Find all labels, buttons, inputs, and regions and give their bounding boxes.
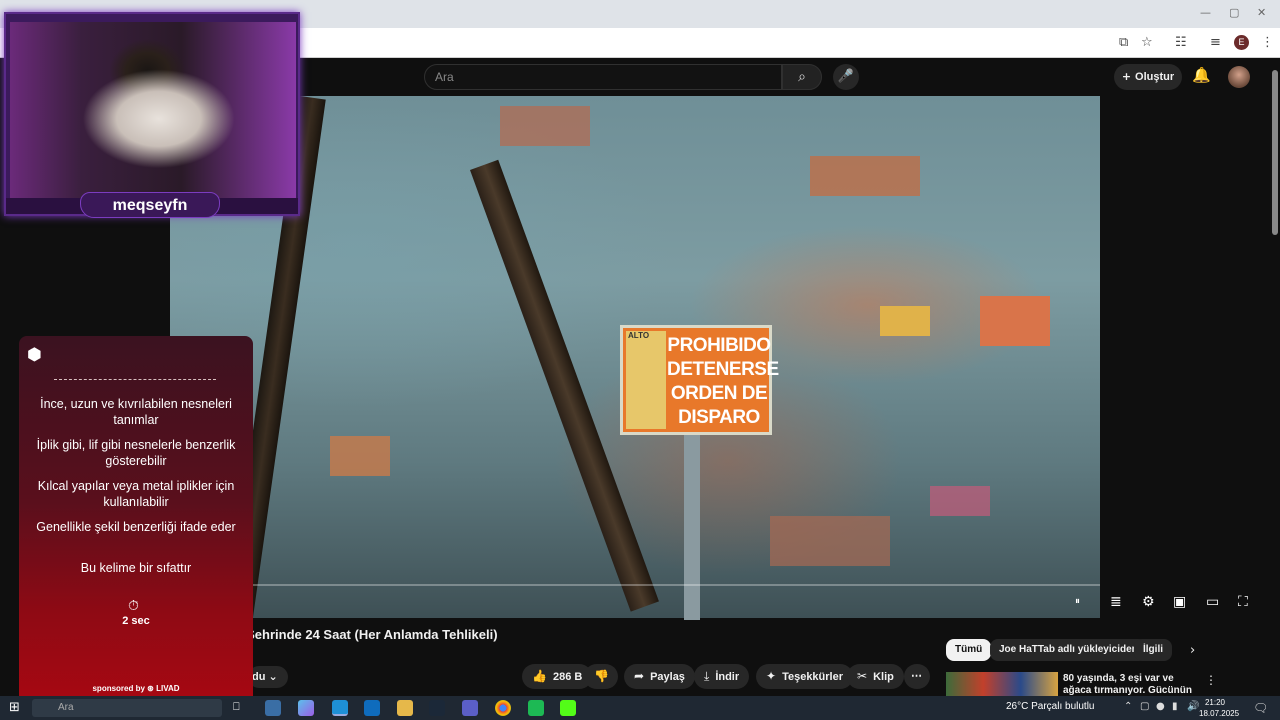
recommendation-thumbnail[interactable] — [946, 672, 1058, 696]
thanks-icon: ✦ — [766, 669, 777, 683]
extensions-icon[interactable]: ☷ — [1175, 35, 1187, 51]
windows-taskbar: ⊞ Ara ⎕ 26°C Parçalı bulutlu ⌃ ▢ ● ▮ 🔊 2… — [0, 696, 1280, 720]
task-view-icon[interactable]: ⎕ — [233, 700, 249, 716]
quiz-clue: Kılcal yapılar veya metal iplikler için … — [37, 479, 235, 509]
quiz-clue: Genellikle şekil benzerliği ifade eder — [36, 520, 236, 534]
chrome-icon[interactable] — [495, 700, 511, 716]
streamer-name: meqseyfn — [80, 192, 220, 218]
copilot-icon[interactable] — [298, 700, 314, 716]
share-icon: ➦ — [634, 669, 645, 683]
clip-button[interactable]: ✂ Klip — [847, 664, 904, 689]
plus-icon: + — [1121, 70, 1132, 83]
menu-icon[interactable]: ⋮ — [1261, 35, 1274, 51]
steam-icon[interactable] — [429, 700, 445, 716]
tray-app-icon[interactable]: ▢ — [1140, 701, 1149, 712]
minimize-icon[interactable]: — — [1200, 6, 1211, 19]
autoplay-toggle-icon[interactable]: ⏸ — [1075, 592, 1080, 612]
thumbs-down-icon: 👎 — [594, 669, 609, 683]
create-label: Oluştur — [1135, 71, 1175, 83]
maximize-icon[interactable]: ▢ — [1229, 6, 1239, 19]
share-button[interactable]: ➦ Paylaş — [624, 664, 695, 689]
kick-icon[interactable] — [560, 700, 576, 716]
mic-tray-icon[interactable]: ▮ — [1172, 701, 1178, 712]
stopwatch-icon: ⏱ — [128, 598, 139, 614]
sign-text: PROHIBIDO DETENERSE ORDEN DE DISPARO — [667, 335, 779, 428]
warning-sign: ALTO PROHIBIDO DETENERSE ORDEN DE DISPAR… — [620, 325, 779, 435]
fullscreen-icon[interactable]: ⛶ — [1238, 592, 1248, 612]
subscribe-label: du — [252, 671, 266, 683]
download-label: İndir — [715, 671, 740, 683]
quiz-clue: İnce, uzun ve kıvrılabilen nesneleri tan… — [40, 397, 232, 427]
livad-logo-icon: ⬢ — [27, 345, 42, 365]
volume-icon[interactable]: 🔊 — [1187, 701, 1199, 712]
tray-chevron-up-icon[interactable]: ⌃ — [1124, 701, 1132, 712]
like-count: 286 B — [552, 671, 583, 683]
quiz-clue: Bu kelime bir sıfattır — [80, 561, 192, 575]
file-explorer-icon[interactable] — [265, 700, 281, 716]
outlook-icon[interactable] — [364, 700, 380, 716]
notifications-bell-icon[interactable]: 🔔 — [1192, 66, 1211, 84]
create-button[interactable]: + Oluştur — [1114, 64, 1182, 90]
video-title: z Şehrinde 24 Saat (Her Anlamda Tehlikel… — [236, 627, 498, 642]
miniplayer-icon[interactable]: ▣ — [1173, 592, 1186, 612]
quiz-timer: 2 sec — [122, 615, 150, 627]
avatar[interactable] — [1228, 66, 1250, 88]
thanks-label: Teşekkürler — [782, 671, 844, 683]
teams-icon[interactable] — [462, 700, 478, 716]
download-button[interactable]: ⤓ İndir — [694, 664, 750, 689]
install-icon[interactable]: ⧉ — [1119, 35, 1128, 51]
streamer-webcam — [4, 12, 300, 216]
sign-small-text: ALTO — [628, 331, 650, 340]
sign-post — [684, 430, 700, 620]
settings-gear-icon[interactable]: ⚙ — [1142, 592, 1155, 612]
chip-all[interactable]: Tümü — [946, 639, 992, 661]
theater-mode-icon[interactable]: ▭ — [1206, 592, 1219, 612]
recommendation-menu-icon[interactable]: ⋮ — [1205, 673, 1217, 687]
weather-widget[interactable]: 26°C Parçalı bulutlu — [1006, 701, 1095, 712]
spotify-icon[interactable] — [528, 700, 544, 716]
soldier-figure-icon — [626, 331, 666, 429]
thumbs-up-icon: 👍 — [532, 669, 547, 683]
quiz-clue: İplik gibi, lif gibi nesnelerle benzerli… — [36, 438, 236, 468]
thanks-button[interactable]: ✦ Teşekkürler — [756, 664, 854, 689]
search-icon[interactable]: ⌕ — [782, 64, 822, 90]
windows-start-icon[interactable]: ⊞ — [9, 700, 20, 715]
sponsor-text: sponsored by ⊛ LIVAD — [92, 684, 180, 693]
notifications-icon[interactable]: 🗨 — [1253, 701, 1268, 715]
webcam-feed — [10, 22, 296, 198]
chevron-right-icon[interactable]: › — [1190, 643, 1195, 658]
taskbar-clock[interactable]: 21:20 18.07.2025 — [1199, 697, 1240, 719]
microphone-icon[interactable]: 🎤 — [833, 64, 859, 90]
clock-date: 18.07.2025 — [1199, 709, 1240, 718]
download-icon: ⤓ — [704, 669, 710, 683]
video-progress-bar[interactable] — [170, 584, 1100, 586]
star-icon[interactable]: ☆ — [1141, 35, 1153, 51]
scissors-icon: ✂ — [857, 669, 868, 683]
like-button[interactable]: 👍 286 B — [522, 664, 593, 689]
scrollbar-thumb[interactable] — [1272, 70, 1278, 235]
video-controls: ⏸ ≣ ⚙ ▣ ▭ ⛶ — [1070, 592, 1280, 612]
subtitles-icon[interactable]: ≣ — [1110, 592, 1122, 612]
search-input[interactable]: Ara — [424, 64, 782, 90]
divider — [54, 379, 216, 380]
subscribe-dropdown-button[interactable]: du ⌄ — [248, 666, 288, 688]
share-label: Paylaş — [650, 671, 685, 683]
chevron-down-icon: ⌄ — [268, 670, 278, 683]
chip-from-uploader[interactable]: Joe HaTTab adlı yükleyiciden — [990, 639, 1147, 661]
clip-label: Klip — [873, 671, 894, 683]
more-icon: ⋯ — [911, 670, 922, 682]
word-quiz-overlay: ⬢ İnce, uzun ve kıvrılabilen nesneleri t… — [19, 336, 253, 706]
dislike-button[interactable]: 👎 — [584, 664, 618, 689]
profile-icon[interactable]: E — [1234, 35, 1249, 50]
folder-icon[interactable] — [397, 700, 413, 716]
media-icon[interactable]: ≡ — [1210, 35, 1221, 51]
taskbar-search-input[interactable]: Ara — [32, 699, 222, 717]
more-actions-button[interactable]: ⋯ — [904, 664, 930, 689]
close-window-icon[interactable]: ✕ — [1257, 6, 1266, 19]
recommendation-title[interactable]: 80 yaşında, 3 eşi var ve ağaca tırmanıyo… — [1063, 673, 1193, 695]
edge-browser-icon[interactable] — [332, 700, 348, 716]
chip-related[interactable]: İlgili — [1134, 639, 1172, 661]
network-icon[interactable]: ● — [1156, 701, 1165, 712]
clock-time: 21:20 — [1204, 698, 1226, 707]
